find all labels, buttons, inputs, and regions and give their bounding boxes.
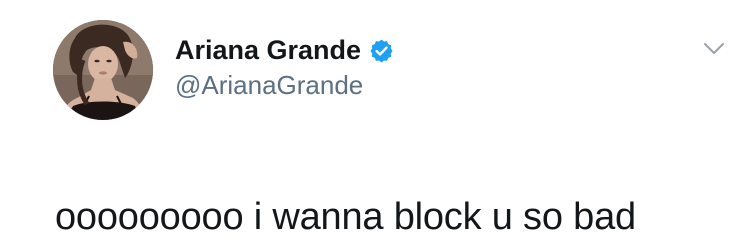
profile-photo [53,20,153,120]
avatar[interactable] [53,20,153,120]
author-name-row: Ariana Grande [175,33,394,67]
chevron-down-icon[interactable] [702,41,726,57]
verified-badge-icon [369,38,394,63]
author-display-name[interactable]: Ariana Grande [175,35,361,66]
tweet-text: ooooooooo i wanna block u so bad [55,196,636,238]
tweet-card: Ariana Grande @ArianaGrande ooooooooo i … [0,0,736,245]
author-handle[interactable]: @ArianaGrande [175,70,363,101]
